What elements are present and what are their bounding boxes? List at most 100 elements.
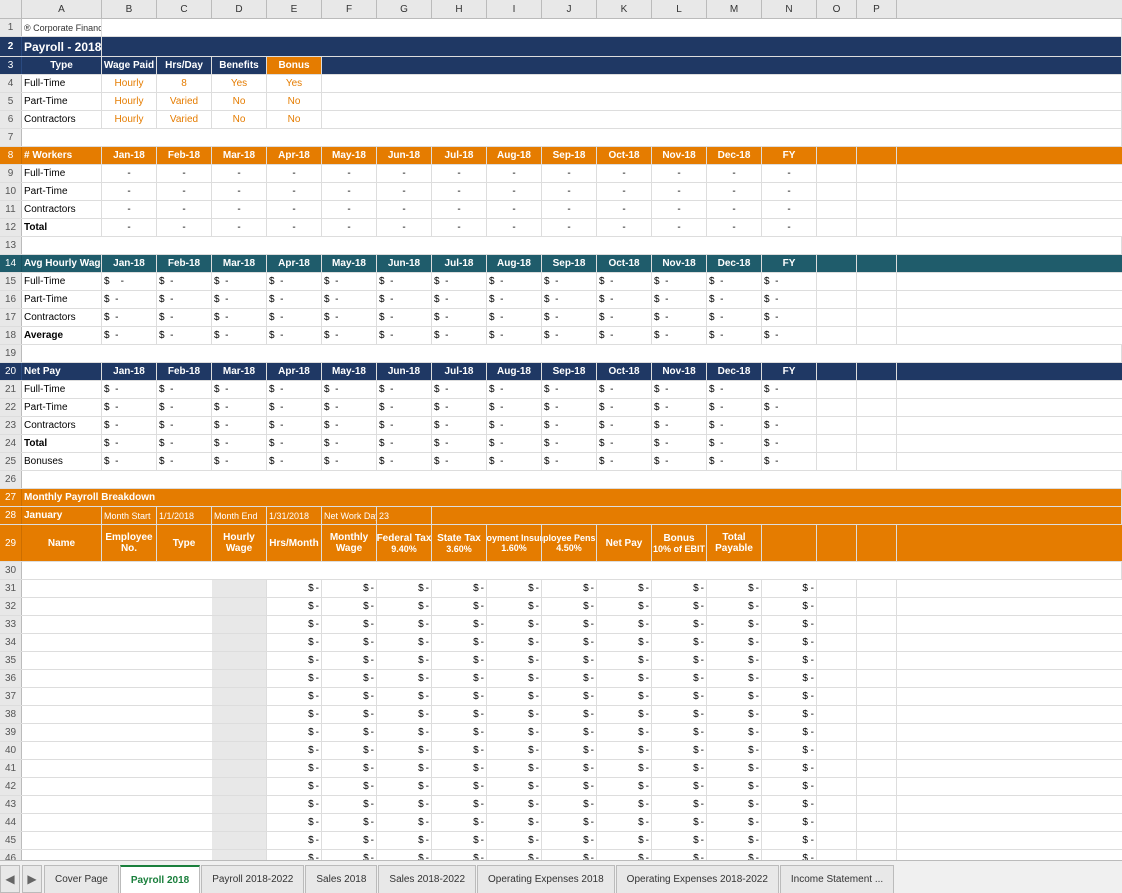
rownum-13: 13 [0, 237, 22, 254]
rownum-7: 7 [0, 129, 22, 146]
np-dec: Dec-18 [707, 363, 762, 380]
tab-bar: ◀ ▶ Cover Page Payroll 2018 Payroll 2018… [0, 860, 1122, 893]
r11-apr: - [267, 201, 322, 218]
r9-dec: - [707, 165, 762, 182]
col-M[interactable]: M [707, 0, 762, 18]
col-K[interactable]: K [597, 0, 652, 18]
r11-jul: - [432, 201, 487, 218]
r12-o [817, 219, 857, 236]
row-3-headers: 3 Type Wage Paid Hrs/Day Benefits Bonus [0, 57, 1122, 75]
col-D[interactable]: D [212, 0, 267, 18]
rownum-4: 4 [0, 75, 22, 92]
col-B[interactable]: B [102, 0, 157, 18]
r11-sep: - [542, 201, 597, 218]
col-E[interactable]: E [267, 0, 322, 18]
w-nov: Nov-18 [652, 147, 707, 164]
r15-oct: $ - [597, 273, 652, 290]
np-mar: Mar-18 [212, 363, 267, 380]
r25-type: Bonuses [22, 453, 102, 470]
aw-oct: Oct-18 [597, 255, 652, 272]
tab-payroll-2018[interactable]: Payroll 2018 [120, 865, 200, 893]
row3-rest [322, 57, 1122, 74]
col-N[interactable]: N [762, 0, 817, 18]
rownum-11: 11 [0, 201, 22, 218]
row-26: 26 [0, 471, 1122, 489]
rownum-41: 41 [0, 760, 22, 777]
r6-benefits: No [212, 111, 267, 128]
np-sep: Sep-18 [542, 363, 597, 380]
col-F[interactable]: F [322, 0, 377, 18]
rownum-10: 10 [0, 183, 22, 200]
tab-cover-page[interactable]: Cover Page [44, 865, 119, 893]
r10-apr: - [267, 183, 322, 200]
corner-cell [0, 0, 22, 18]
col-emp-pension: Employee Pension 4.50% [542, 525, 597, 561]
r11-oct: - [597, 201, 652, 218]
tab-next-arrow[interactable]: ▶ [22, 865, 42, 893]
r10-feb: - [157, 183, 212, 200]
tab-sales-2018-2022[interactable]: Sales 2018-2022 [378, 865, 476, 893]
tab-operating-expenses-2018[interactable]: Operating Expenses 2018 [477, 865, 615, 893]
r17-may: $ - [322, 309, 377, 326]
r17-oct: $ - [597, 309, 652, 326]
r10-nov: - [652, 183, 707, 200]
rownum-18: 18 [0, 327, 22, 344]
col-C[interactable]: C [157, 0, 212, 18]
r4-rest [322, 75, 1122, 92]
col-J[interactable]: J [542, 0, 597, 18]
col-emp-insurance: Employment Insurance 1.60% [487, 525, 542, 561]
r16-o [817, 291, 857, 308]
r21-jan: $ - [102, 381, 157, 398]
r12-dec: - [707, 219, 762, 236]
col-P[interactable]: P [857, 0, 897, 18]
rownum-42: 42 [0, 778, 22, 795]
col-I[interactable]: I [487, 0, 542, 18]
r16-feb: $ - [157, 291, 212, 308]
r9-feb: - [157, 165, 212, 182]
row-30: 30 [0, 562, 1122, 580]
r12-p [857, 219, 897, 236]
r9-p [857, 165, 897, 182]
r6-rest [322, 111, 1122, 128]
col-hrs-month: Hrs/Month [267, 525, 322, 561]
r18-sep: $ - [542, 327, 597, 344]
r16-fy: $ - [762, 291, 817, 308]
r17-p [857, 309, 897, 326]
col-L[interactable]: L [652, 0, 707, 18]
r17-feb: $ - [157, 309, 212, 326]
col-H[interactable]: H [432, 0, 487, 18]
row-35: 35$-$-$-$-$-$-$-$-$-$ - [0, 652, 1122, 670]
rownum-8: 8 [0, 147, 22, 164]
aw-fy: FY [762, 255, 817, 272]
row-27-mpb: 27 Monthly Payroll Breakdown [0, 489, 1122, 507]
rownum-14: 14 [0, 255, 22, 272]
r6-type: Contractors [22, 111, 102, 128]
hrs-day-header: Hrs/Day [157, 57, 212, 74]
r11-may: - [322, 201, 377, 218]
col-G[interactable]: G [377, 0, 432, 18]
row-45: 45$-$-$-$-$-$-$-$-$-$ - [0, 832, 1122, 850]
tab-payroll-2018-2022[interactable]: Payroll 2018-2022 [201, 865, 304, 893]
r18-fy: $ - [762, 327, 817, 344]
r15-jul: $ - [432, 273, 487, 290]
r12-may: - [322, 219, 377, 236]
r18-may: $ - [322, 327, 377, 344]
row-23: 23 Contractors $ - $ - $ - $ - $ - $ - $… [0, 417, 1122, 435]
r4-bonus: Yes [267, 75, 322, 92]
aw-aug: Aug-18 [487, 255, 542, 272]
np-jul: Jul-18 [432, 363, 487, 380]
tab-income-statement[interactable]: Income Statement ... [780, 865, 894, 893]
w-o [817, 147, 857, 164]
benefits-header: Benefits [212, 57, 267, 74]
tab-operating-expenses-2018-2022[interactable]: Operating Expenses 2018-2022 [616, 865, 779, 893]
col-O[interactable]: O [817, 0, 857, 18]
np-feb: Feb-18 [157, 363, 212, 380]
tab-sales-2018[interactable]: Sales 2018 [305, 865, 377, 893]
r5-type: Part-Time [22, 93, 102, 110]
r16-apr: $ - [267, 291, 322, 308]
r11-o [817, 201, 857, 218]
row-28-january: 28 January Month Start 1/1/2018 Month En… [0, 507, 1122, 525]
np-apr: Apr-18 [267, 363, 322, 380]
tab-prev-arrow[interactable]: ◀ [0, 865, 20, 893]
col-A[interactable]: A [22, 0, 102, 18]
